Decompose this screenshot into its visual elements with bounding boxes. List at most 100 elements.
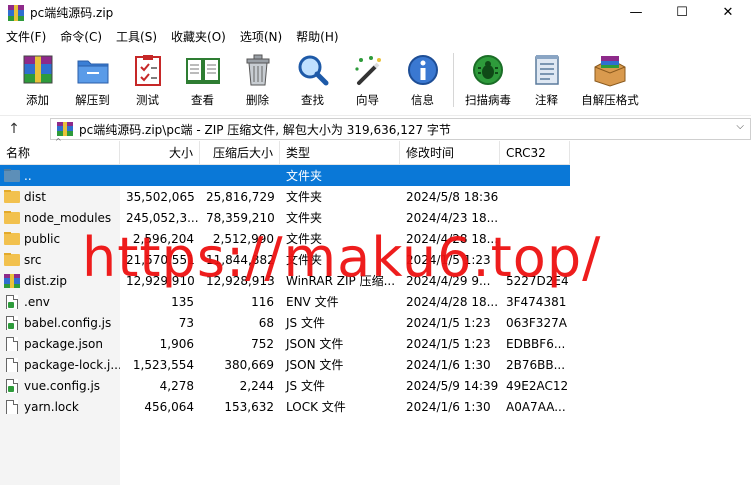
info-button[interactable]: 信息 xyxy=(395,47,450,113)
file-name: vue.config.js xyxy=(24,378,101,393)
cell-name: package.json xyxy=(0,336,120,351)
cell-packed: 2,244 xyxy=(239,378,274,393)
view-button[interactable]: 查看 xyxy=(175,47,230,113)
file-name: .. xyxy=(24,168,32,183)
cell-packed: 380,669 xyxy=(224,357,274,372)
cell-packed: 116 xyxy=(251,294,274,309)
cell-modified: 2024/1/5 1:23 xyxy=(406,336,491,351)
table-row[interactable]: node_modules 245,052,3... 78,359,210 文件夹 202… xyxy=(0,207,570,228)
folder-extract-icon xyxy=(74,51,112,89)
cell-crc: 3F474381 xyxy=(506,294,567,309)
toolbar-separator xyxy=(453,53,454,107)
view-label: 查看 xyxy=(191,93,214,107)
column-header-size[interactable]: 大小 xyxy=(120,141,200,165)
magnifier-icon xyxy=(294,51,332,89)
cell-modified: 2024/1/5 1:23 xyxy=(406,315,491,330)
cell-crc: 2B76BB... xyxy=(506,357,566,372)
cell-crc: EDBBF6... xyxy=(506,336,566,351)
column-header-crc[interactable]: CRC32 xyxy=(500,141,570,165)
watermark-text: https://maku6.top/ xyxy=(82,226,602,289)
address-path: pc端纯源码.zip\pc端 - ZIP 压缩文件, 解包大小为 319,636… xyxy=(79,122,451,137)
table-row[interactable]: vue.config.js 4,278 2,244 JS 文件 2024/5/9 14:… xyxy=(0,375,570,396)
document-icon xyxy=(4,357,20,372)
trash-icon xyxy=(239,51,277,89)
file-name: yarn.lock xyxy=(24,399,79,414)
comment-button[interactable]: 注释 xyxy=(519,47,574,113)
sort-arrow-icon: ^ xyxy=(55,137,62,146)
address-field[interactable]: pc端纯源码.zip\pc端 - ZIP 压缩文件, 解包大小为 319,636… xyxy=(50,118,751,140)
minimize-button[interactable]: — xyxy=(613,0,659,25)
title-bar: pc端纯源码.zip — ☐ ✕ xyxy=(0,0,751,25)
file-name: package.json xyxy=(24,336,104,351)
cell-modified: 2024/4/23 18... xyxy=(406,210,499,225)
cell-name: .. xyxy=(0,168,120,183)
find-button[interactable]: 查找 xyxy=(285,47,340,113)
window-controls: — ☐ ✕ xyxy=(613,0,751,25)
sfx-button[interactable]: 自解压格式 xyxy=(574,47,646,113)
table-row[interactable]: .env 135 116 ENV 文件 2024/4/28 18... 3F474381 xyxy=(0,291,570,312)
folder-icon xyxy=(4,189,20,204)
cell-name: package-lock.j... xyxy=(0,357,120,372)
table-row[interactable]: package-lock.j... 1,523,554 380,669 JSON 文件… xyxy=(0,354,570,375)
up-arrow-icon[interactable]: ↑ xyxy=(0,121,28,137)
cell-packed: 68 xyxy=(258,315,274,330)
script-file-icon xyxy=(4,294,20,309)
chevron-down-icon[interactable]: ⌵ xyxy=(736,121,744,132)
menu-commands[interactable]: 命令(C) xyxy=(60,28,102,45)
table-row[interactable]: babel.config.js 73 68 JS 文件 2024/1/5 1:23 063… xyxy=(0,312,570,333)
cell-size: 73 xyxy=(178,315,194,330)
column-header-packed[interactable]: 压缩后大小 xyxy=(200,141,280,165)
menu-file[interactable]: 文件(F) xyxy=(6,28,46,45)
table-row[interactable]: dist 35,502,065 25,816,729 文件夹 2024/5/8 18:3… xyxy=(0,186,570,207)
cell-crc: A0A7AA... xyxy=(506,399,566,414)
close-button[interactable]: ✕ xyxy=(705,0,751,25)
winrar-app-icon xyxy=(8,4,24,21)
add-button[interactable]: 添加 xyxy=(10,47,65,113)
bug-scan-icon xyxy=(469,51,507,89)
file-list: ^ 名称 大小 压缩后大小 类型 修改时间 CRC32 .. 文件夹 dist 35,… xyxy=(0,137,751,485)
column-header-name[interactable]: ^ 名称 xyxy=(0,137,120,165)
archive-icon xyxy=(57,122,73,136)
virus-scan-button[interactable]: 扫描病毒 xyxy=(457,47,519,113)
sfx-box-icon xyxy=(591,51,629,89)
cell-type: 文件夹 xyxy=(286,211,323,225)
cell-size: 4,278 xyxy=(159,378,194,393)
extract-button[interactable]: 解压到 xyxy=(65,47,120,113)
column-header-modified[interactable]: 修改时间 xyxy=(400,141,500,165)
archive-add-icon xyxy=(19,51,57,89)
menu-help[interactable]: 帮助(H) xyxy=(296,28,338,45)
column-header-type[interactable]: 类型 xyxy=(280,141,400,165)
folder-icon xyxy=(4,252,20,267)
table-row[interactable]: yarn.lock 456,064 153,632 LOCK 文件 2024/1/6 1… xyxy=(0,396,570,417)
wizard-label: 向导 xyxy=(356,93,379,107)
delete-label: 删除 xyxy=(246,93,269,107)
cell-name: babel.config.js xyxy=(0,315,120,330)
menu-favorites[interactable]: 收藏夹(O) xyxy=(171,28,226,45)
cell-type: JSON 文件 xyxy=(286,337,344,351)
maximize-button[interactable]: ☐ xyxy=(659,0,705,25)
menu-options[interactable]: 选项(N) xyxy=(240,28,282,45)
wizard-button[interactable]: 向导 xyxy=(340,47,395,113)
address-bar: ↑ pc端纯源码.zip\pc端 - ZIP 压缩文件, 解包大小为 319,6… xyxy=(0,115,751,141)
sfx-label: 自解压格式 xyxy=(581,93,639,107)
folder-icon xyxy=(4,231,20,246)
delete-button[interactable]: 删除 xyxy=(230,47,285,113)
file-name: package-lock.j... xyxy=(24,357,120,372)
folder-up-icon xyxy=(4,168,20,183)
document-icon xyxy=(4,399,20,414)
cell-type: JS 文件 xyxy=(286,379,325,393)
table-row[interactable]: package.json 1,906 752 JSON 文件 2024/1/5 1:23… xyxy=(0,333,570,354)
zip-archive-icon xyxy=(4,273,20,288)
cell-packed: 78,359,210 xyxy=(206,210,275,225)
cell-packed: 153,632 xyxy=(224,399,274,414)
cell-name: .env xyxy=(0,294,120,309)
cell-type: JSON 文件 xyxy=(286,358,344,372)
table-row[interactable]: .. 文件夹 xyxy=(0,165,570,186)
menu-tools[interactable]: 工具(S) xyxy=(116,28,157,45)
test-button[interactable]: 测试 xyxy=(120,47,175,113)
document-icon xyxy=(4,336,20,351)
add-label: 添加 xyxy=(26,93,49,107)
find-label: 查找 xyxy=(301,93,324,107)
cell-modified: 2024/5/8 18:36 xyxy=(406,189,499,204)
cell-packed: 752 xyxy=(251,336,274,351)
